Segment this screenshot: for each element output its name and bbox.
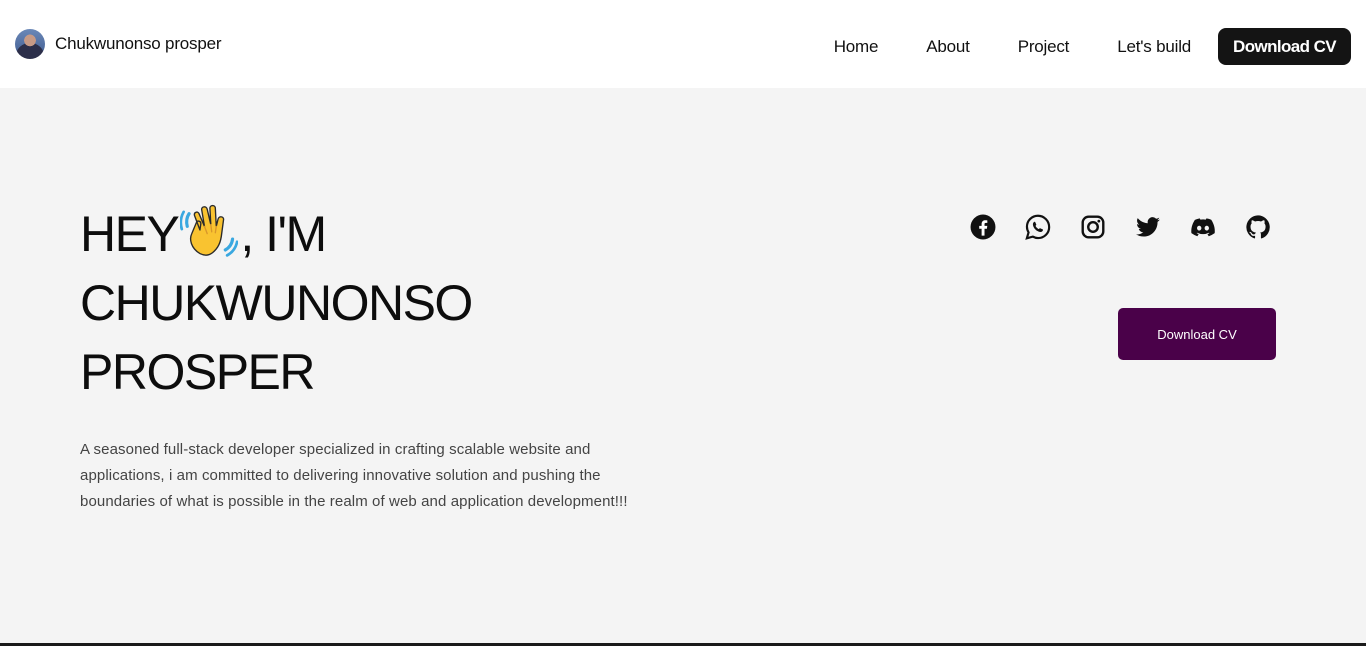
nav-link-about[interactable]: About — [926, 37, 970, 57]
hero-title-hey: HEY — [80, 206, 180, 262]
brand[interactable]: Chukwunonso prosper — [15, 29, 222, 59]
hero-title: HEY , I'M CHUKWUNONSO PROSPER — [80, 200, 473, 407]
nav-download-cv-button[interactable]: Download CV — [1218, 28, 1351, 65]
hero-download-cv-button[interactable]: Download CV — [1118, 308, 1276, 360]
hero-title-im: , I'M — [240, 206, 327, 262]
github-icon[interactable] — [1245, 214, 1271, 240]
waving-hand-icon — [179, 201, 239, 259]
nav-link-lets-build[interactable]: Let's build — [1117, 37, 1191, 57]
avatar — [15, 29, 45, 59]
hero-description: A seasoned full-stack developer speciali… — [80, 441, 628, 510]
instagram-icon[interactable] — [1080, 214, 1106, 240]
brand-name: Chukwunonso prosper — [55, 34, 222, 53]
nav-link-home[interactable]: Home — [834, 37, 879, 57]
nav-link-project[interactable]: Project — [1018, 37, 1070, 57]
hero-title-line-3: PROSPER — [80, 344, 316, 400]
nav-links: Home About Project Let's build Download … — [834, 28, 1351, 65]
social-links — [970, 214, 1271, 240]
twitter-icon[interactable] — [1135, 214, 1161, 240]
facebook-icon[interactable] — [970, 214, 996, 240]
hero-title-line-2: CHUKWUNONSO — [80, 275, 473, 331]
hero-title-line-1: HEY , I'M — [80, 200, 472, 269]
navbar: Chukwunonso prosper Home About Project L… — [0, 0, 1366, 88]
whatsapp-icon[interactable] — [1025, 214, 1051, 240]
discord-icon[interactable] — [1190, 214, 1216, 240]
